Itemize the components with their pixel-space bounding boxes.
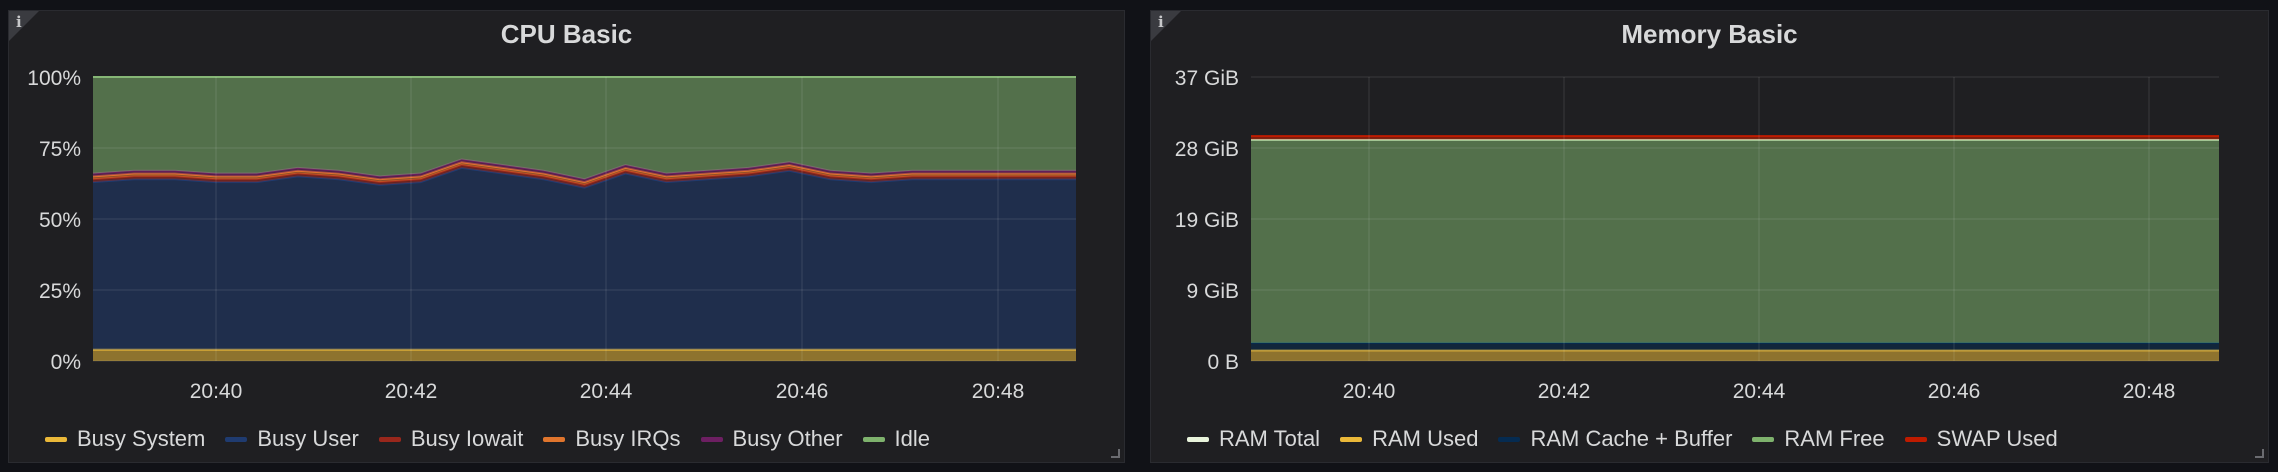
- y-tick-label: 0 B: [1207, 351, 1239, 374]
- legend-item[interactable]: RAM Total: [1187, 426, 1320, 452]
- legend-label[interactable]: Busy Other: [733, 426, 843, 452]
- legend-item[interactable]: Busy Iowait: [378, 426, 524, 452]
- legend-label[interactable]: RAM Used: [1372, 426, 1478, 452]
- legend-item[interactable]: Busy IRQs: [543, 426, 681, 452]
- cpu-legend: Busy System Busy User Busy Iowait Busy IRQs…: [45, 426, 930, 452]
- legend-swatch: [1498, 436, 1521, 442]
- cpu-chart[interactable]: 0% 25% 50% 75% 100% 20:40 20:42 20:44 20:46 20:48: [9, 11, 1126, 411]
- cpu-basic-panel: i CPU Basic 0% 25% 50% 75% 100% 20:40 20:42 20:…: [8, 10, 1125, 463]
- legend-item[interactable]: Idle: [862, 426, 930, 452]
- legend-swatch: [700, 436, 723, 442]
- memory-chart[interactable]: 0 B 9 GiB 19 GiB 28 GiB 37 GiB 20:40 20:42 20:4…: [1151, 11, 2270, 411]
- legend-label[interactable]: RAM Free: [1784, 426, 1884, 452]
- legend-swatch: [378, 436, 401, 442]
- y-tick-label: 37 GiB: [1175, 67, 1239, 90]
- x-tick-label: 20:44: [580, 380, 633, 403]
- legend-label[interactable]: Idle: [895, 426, 930, 452]
- memory-legend: RAM Total RAM Used RAM Cache + Buffer RAM F…: [1187, 426, 2058, 452]
- x-tick-label: 20:46: [1928, 380, 1981, 403]
- legend-label[interactable]: Busy IRQs: [575, 426, 680, 452]
- legend-label[interactable]: RAM Cache + Buffer: [1530, 426, 1732, 452]
- y-tick-label: 19 GiB: [1175, 209, 1239, 232]
- y-tick-label: 0%: [51, 351, 81, 374]
- x-tick-label: 20:42: [385, 380, 438, 403]
- legend-swatch: [1752, 436, 1775, 442]
- x-tick-label: 20:40: [190, 380, 243, 403]
- resize-handle[interactable]: [1111, 449, 1120, 458]
- idle-area: [93, 77, 1076, 180]
- y-tick-label: 75%: [39, 138, 81, 161]
- ram-free-area: [1251, 139, 2219, 343]
- legend-item[interactable]: Busy User: [225, 426, 359, 452]
- legend-swatch: [543, 436, 566, 442]
- legend-swatch: [45, 436, 67, 442]
- legend-item[interactable]: RAM Cache + Buffer: [1498, 426, 1732, 452]
- legend-item[interactable]: SWAP Used: [1904, 426, 2058, 452]
- memory-basic-panel: i Memory Basic 0 B9 GiB 19 GiB 28 GiB 37 Gi…: [1150, 10, 2269, 463]
- legend-swatch: [862, 436, 885, 442]
- y-tick-label: 9 GiB: [1186, 280, 1239, 303]
- legend-item[interactable]: RAM Used: [1340, 426, 1478, 452]
- x-tick-label: 20:48: [2123, 380, 2176, 403]
- legend-swatch: [1904, 436, 1927, 442]
- ram-used-area: [1251, 350, 2219, 361]
- legend-swatch: [1340, 436, 1363, 442]
- resize-handle[interactable]: [2255, 449, 2264, 458]
- busy-system-area: [93, 349, 1076, 361]
- legend-label[interactable]: RAM Total: [1219, 426, 1320, 452]
- y-tick-label: 50%: [39, 209, 81, 232]
- y-tick-label: 25%: [39, 280, 81, 303]
- x-tick-label: 20:42: [1538, 380, 1591, 403]
- legend-swatch: [225, 436, 248, 442]
- x-tick-label: 20:40: [1343, 380, 1396, 403]
- y-tick-label: 28 GiB: [1175, 138, 1239, 161]
- legend-item[interactable]: RAM Free: [1752, 426, 1885, 452]
- x-tick-label: 20:44: [1733, 380, 1786, 403]
- legend-label[interactable]: Busy User: [257, 426, 358, 452]
- legend-swatch: [1187, 436, 1209, 442]
- ram-cache-buffer-area: [1251, 342, 2219, 351]
- legend-label[interactable]: Busy Iowait: [411, 426, 524, 452]
- legend-label[interactable]: Busy System: [77, 426, 205, 452]
- legend-item[interactable]: Busy Other: [700, 426, 843, 452]
- x-tick-label: 20:46: [776, 380, 829, 403]
- series-layer: [1251, 135, 2219, 361]
- y-tick-label: 100%: [27, 67, 81, 90]
- busy-user-area: [93, 167, 1076, 350]
- legend-label[interactable]: SWAP Used: [1937, 426, 2058, 452]
- x-tick-label: 20:48: [972, 380, 1025, 403]
- legend-item[interactable]: Busy System: [45, 426, 205, 452]
